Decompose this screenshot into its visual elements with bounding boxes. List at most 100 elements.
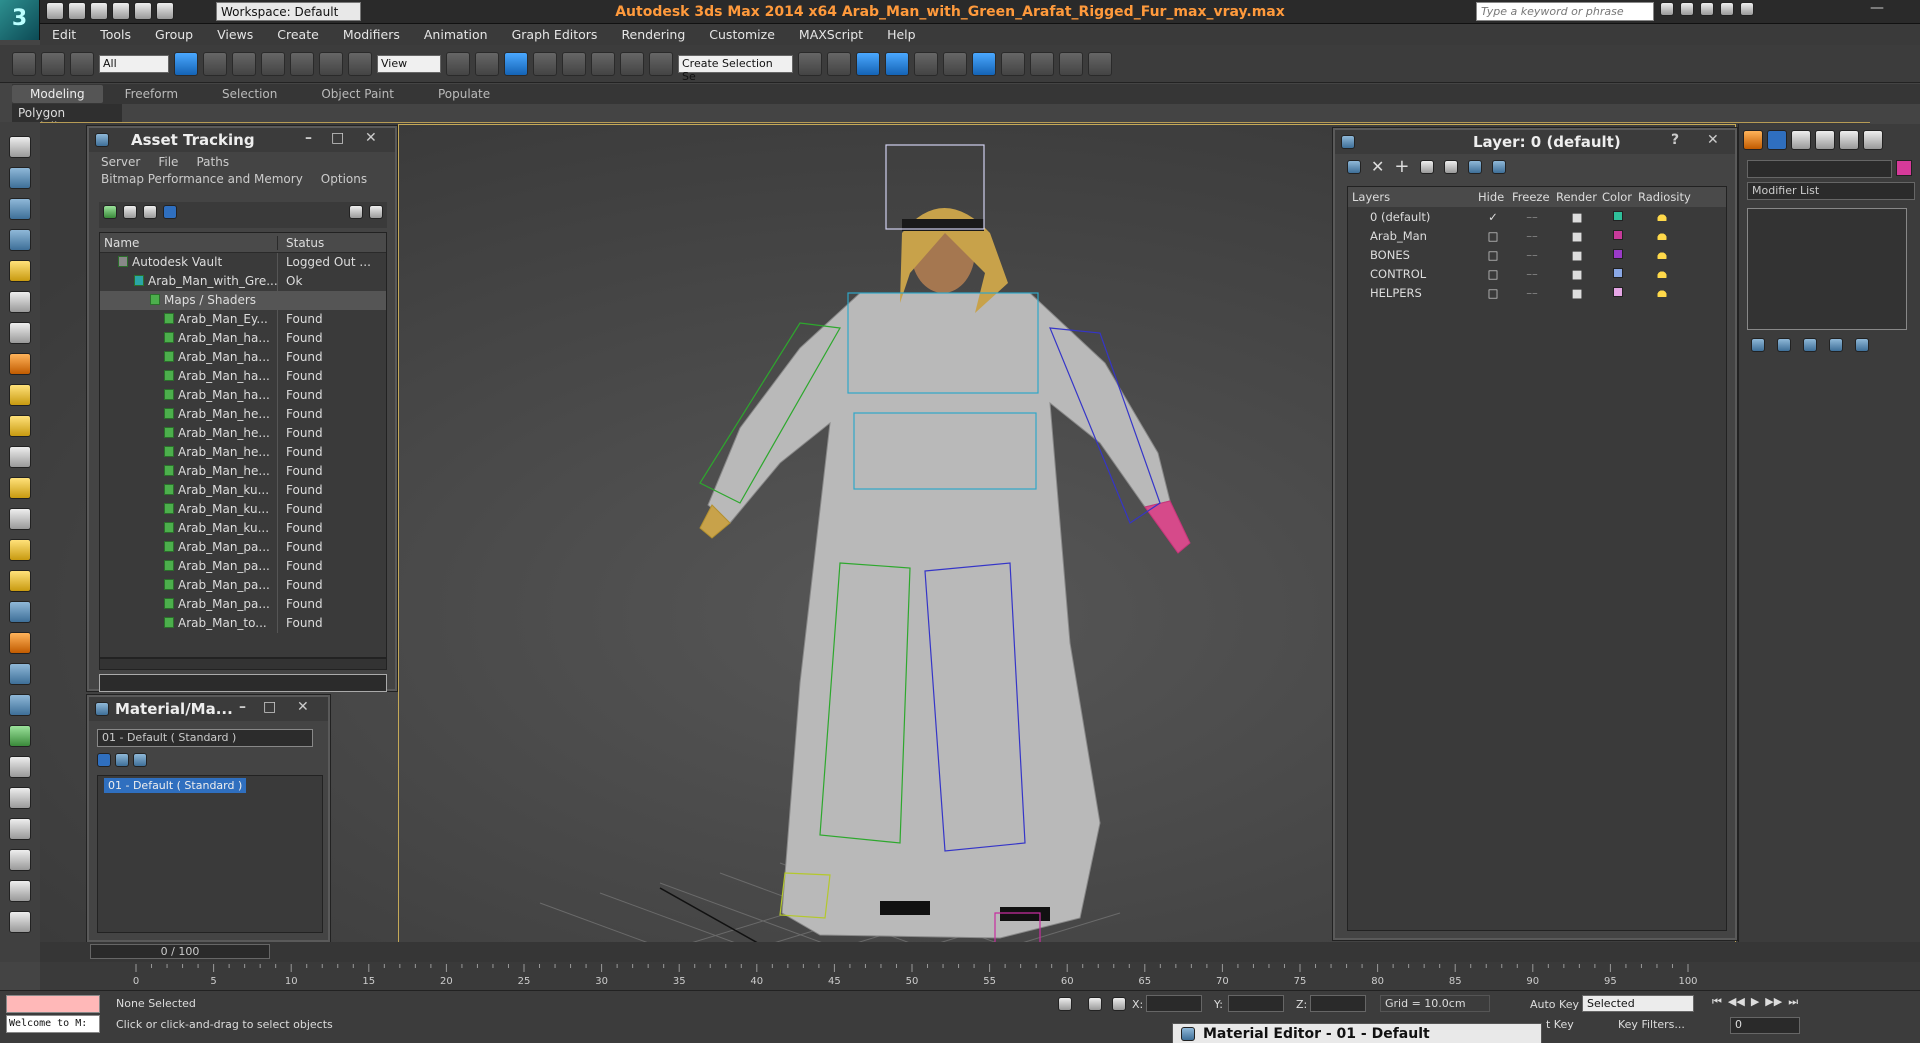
search-input[interactable]: Type a keyword or phrase xyxy=(1476,2,1654,21)
highlight-icon[interactable] xyxy=(1443,160,1458,174)
layer-box-icon[interactable]: □ xyxy=(1476,229,1510,243)
pivot-center-icon[interactable] xyxy=(446,51,470,76)
asset-row[interactable]: Arab_Man_he... Found xyxy=(100,424,386,443)
select-objects-icon[interactable] xyxy=(1419,160,1434,174)
layer-color-swatch[interactable] xyxy=(1613,286,1623,297)
stack-icon[interactable] xyxy=(9,229,31,251)
options-icon[interactable] xyxy=(369,205,383,219)
layer-box-icon[interactable]: □ xyxy=(1476,286,1510,300)
material-name-field[interactable]: 01 - Default ( Standard ) xyxy=(97,729,313,747)
padlock-icon[interactable] xyxy=(1088,997,1102,1011)
layer-col-color[interactable]: Color xyxy=(1600,190,1636,204)
menu-group[interactable]: Group xyxy=(143,27,205,42)
view-list-icon[interactable] xyxy=(97,753,111,767)
display-tab-icon[interactable] xyxy=(1839,130,1859,150)
radiosity-sun-icon[interactable] xyxy=(1654,248,1670,259)
freeze-toggle-icon[interactable]: –– xyxy=(1510,286,1554,300)
radiosity-sun-icon[interactable] xyxy=(1654,267,1670,278)
snap-toggle-icon[interactable] xyxy=(533,51,557,76)
utilities-tab-icon[interactable] xyxy=(1863,130,1883,150)
keyboard-shortcut-override-icon[interactable] xyxy=(504,51,528,76)
minimize-icon[interactable]: — xyxy=(1870,0,1884,16)
menu-graph-editors[interactable]: Graph Editors xyxy=(500,27,610,42)
window-crossing-icon[interactable] xyxy=(261,51,285,76)
spinner-snap-icon[interactable] xyxy=(620,51,644,76)
close-icon[interactable]: ✕ xyxy=(365,130,377,146)
ribbon-tab-object-paint[interactable]: Object Paint xyxy=(299,87,416,101)
redo-icon[interactable] xyxy=(134,2,152,20)
particle-icon[interactable] xyxy=(9,632,31,654)
key-filters-button[interactable]: Key Filters... xyxy=(1618,1018,1685,1031)
asset-menu-bitmap-performance-and-memory[interactable]: Bitmap Performance and Memory xyxy=(101,172,303,186)
scale-icon[interactable] xyxy=(348,51,372,76)
asset-row[interactable]: Arab_Man_ha... Found xyxy=(100,348,386,367)
bind-space-warp-icon[interactable] xyxy=(70,51,94,76)
lock-selection-icon[interactable] xyxy=(1058,997,1072,1011)
asset-row[interactable]: Arab_Man_ha... Found xyxy=(100,367,386,386)
ribbon-tab-modeling[interactable]: Modeling xyxy=(12,85,103,103)
absolute-mode-icon[interactable] xyxy=(1112,997,1126,1011)
layer-row[interactable]: CONTROL □ –– ■ xyxy=(1348,264,1726,283)
plane-icon[interactable] xyxy=(9,384,31,406)
menu-views[interactable]: Views xyxy=(205,27,265,42)
app-menu-button[interactable]: 3 xyxy=(0,0,40,40)
walker-icon[interactable] xyxy=(9,756,31,778)
table-icon[interactable] xyxy=(143,205,157,219)
material-item[interactable]: 01 - Default ( Standard ) xyxy=(104,778,247,793)
align-icon[interactable] xyxy=(827,51,851,76)
layer-color-swatch[interactable] xyxy=(1613,229,1623,240)
auto-key-button[interactable]: Auto Key xyxy=(1530,998,1579,1011)
calculator-icon[interactable] xyxy=(9,849,31,871)
teapot-icon[interactable] xyxy=(9,136,31,158)
select-by-name-icon[interactable] xyxy=(203,51,227,76)
render-toggle-icon[interactable]: ■ xyxy=(1554,210,1600,224)
material-list[interactable]: 01 - Default ( Standard ) xyxy=(97,775,323,933)
x-coord-field[interactable] xyxy=(1146,995,1202,1012)
ribbon-tab-freeform[interactable]: Freeform xyxy=(103,87,200,101)
make-unique-icon[interactable] xyxy=(1803,338,1817,352)
minimize-icon[interactable]: – xyxy=(305,130,312,146)
rendered-frame-icon[interactable] xyxy=(1059,51,1083,76)
layer-color-swatch[interactable] xyxy=(1613,267,1623,278)
ribbon-tab-selection[interactable]: Selection xyxy=(200,87,299,101)
mirror-icon[interactable] xyxy=(798,51,822,76)
sphere-icon[interactable] xyxy=(133,753,147,767)
asset-menu-options[interactable]: Options xyxy=(321,172,367,186)
details-icon[interactable] xyxy=(163,205,177,219)
layer-box-icon[interactable]: □ xyxy=(1476,248,1510,262)
help-icon[interactable]: ? xyxy=(1671,132,1679,148)
omni-light-icon[interactable] xyxy=(9,477,31,499)
camera-icon[interactable] xyxy=(9,291,31,313)
modifier-list-dropdown[interactable]: Modifier List xyxy=(1747,182,1915,200)
asset-row[interactable]: Autodesk Vault Logged Out ... xyxy=(100,253,386,272)
asset-row[interactable]: Arab_Man_pa... Found xyxy=(100,595,386,614)
percent-snap-icon[interactable] xyxy=(591,51,615,76)
help-icon[interactable] xyxy=(9,911,31,933)
go-to-start-icon[interactable]: ⏮ xyxy=(1712,995,1722,1009)
key-mode-dropdown[interactable]: Selected xyxy=(1582,995,1694,1012)
sun-icon[interactable] xyxy=(9,539,31,561)
gear-icon[interactable] xyxy=(9,322,31,344)
hide-all-icon[interactable] xyxy=(1467,160,1482,174)
layer-col-freeze[interactable]: Freeze xyxy=(1510,190,1554,204)
sky-icon[interactable] xyxy=(9,570,31,592)
delete-icon[interactable]: ✕ xyxy=(1371,159,1384,175)
new-file-icon[interactable] xyxy=(46,2,64,20)
menu-animation[interactable]: Animation xyxy=(412,27,500,42)
material-editor-icon[interactable] xyxy=(1001,51,1025,76)
asset-row[interactable]: Maps / Shaders xyxy=(100,291,386,310)
move-icon[interactable] xyxy=(290,51,314,76)
asset-row[interactable]: Arab_Man_pa... Found xyxy=(100,557,386,576)
plant-icon[interactable] xyxy=(9,725,31,747)
menu-maxscript[interactable]: MAXScript xyxy=(787,27,875,42)
asset-row[interactable]: Arab_Man_ku... Found xyxy=(100,500,386,519)
col-status[interactable]: Status xyxy=(278,236,324,250)
unlink-icon[interactable] xyxy=(41,51,65,76)
render-production-icon[interactable] xyxy=(1088,51,1112,76)
layer-col-layers[interactable]: Layers xyxy=(1348,190,1476,204)
render-toggle-icon[interactable]: ■ xyxy=(1554,229,1600,243)
asset-row[interactable]: Arab_Man_pa... Found xyxy=(100,576,386,595)
light-bulb-icon[interactable] xyxy=(9,260,31,282)
menu-edit[interactable]: Edit xyxy=(40,27,88,42)
menu-help[interactable]: Help xyxy=(875,27,928,42)
